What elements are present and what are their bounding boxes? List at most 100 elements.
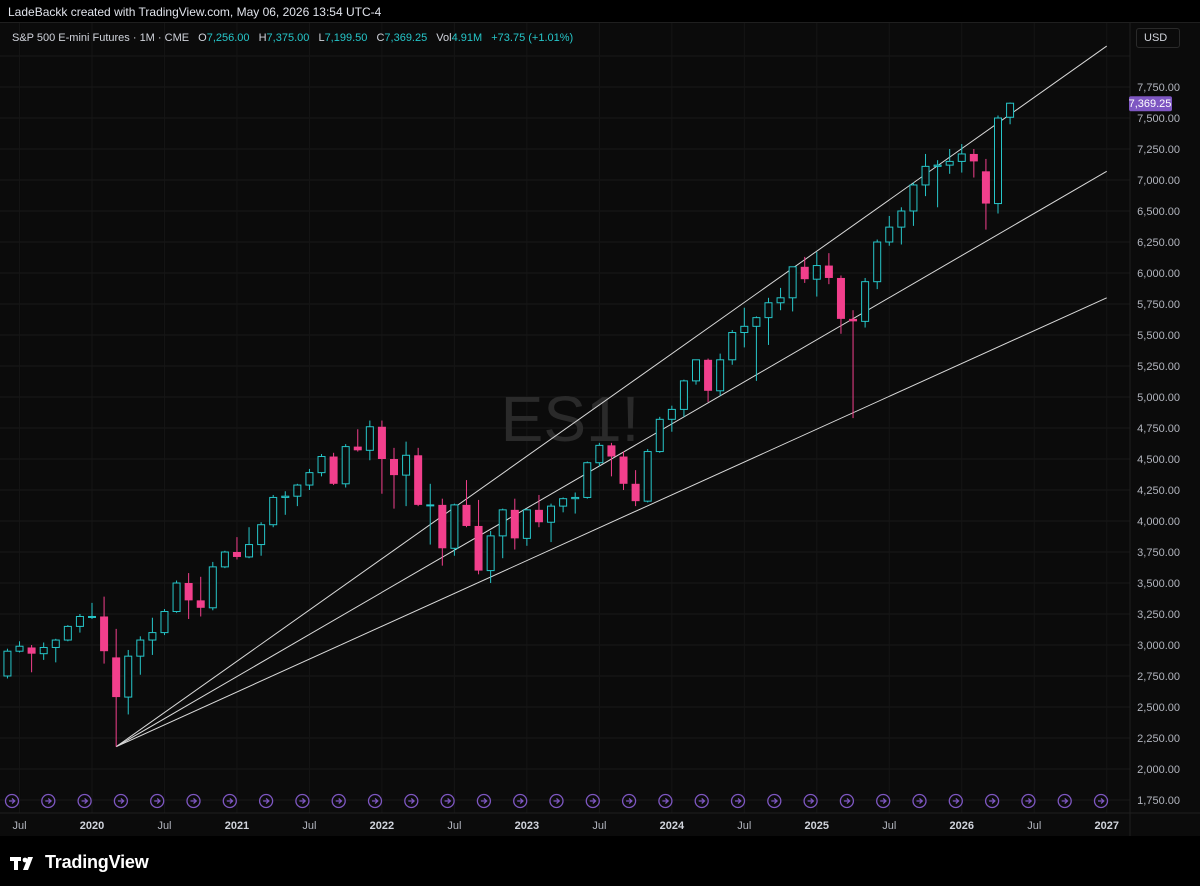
candle[interactable]: [800, 256, 809, 283]
candle[interactable]: [377, 420, 386, 494]
candle[interactable]: [969, 149, 978, 178]
candle[interactable]: [909, 182, 918, 226]
candle[interactable]: [15, 641, 24, 653]
event-marker-icon[interactable]: [948, 793, 963, 809]
candle[interactable]: [692, 359, 700, 385]
candle[interactable]: [184, 573, 193, 619]
event-marker-icon[interactable]: [295, 793, 310, 809]
candle[interactable]: [232, 537, 241, 560]
chart-area[interactable]: ES1! 1,750.00 2,000.00 2,250.00 2,500.00 2,7…: [0, 22, 1200, 838]
candle[interactable]: [812, 251, 821, 297]
candle[interactable]: [643, 449, 652, 503]
candle[interactable]: [824, 253, 833, 285]
event-marker-icon[interactable]: [77, 793, 92, 809]
event-marker-icon[interactable]: [258, 793, 274, 809]
event-marker-icon[interactable]: [440, 793, 455, 809]
event-marker-icon[interactable]: [476, 793, 492, 809]
candle[interactable]: [595, 442, 604, 467]
trend-line-1[interactable]: [115, 45, 1108, 748]
currency-button[interactable]: USD: [1136, 28, 1180, 48]
candle[interactable]: [849, 310, 858, 419]
candle[interactable]: [208, 561, 217, 611]
candle[interactable]: [631, 470, 640, 507]
candle[interactable]: [305, 468, 314, 490]
event-marker-icon[interactable]: [876, 793, 891, 809]
candle[interactable]: [317, 454, 326, 477]
candle[interactable]: [51, 638, 60, 663]
candle[interactable]: [861, 277, 870, 328]
event-marker-icon[interactable]: [404, 793, 419, 809]
candle[interactable]: [776, 287, 785, 311]
trend-lines[interactable]: [115, 45, 1108, 748]
candle[interactable]: [559, 497, 568, 513]
candle[interactable]: [220, 550, 229, 569]
candle[interactable]: [27, 645, 36, 673]
event-marker-icon[interactable]: [1093, 793, 1109, 809]
event-marker-icon[interactable]: [113, 793, 129, 809]
candle[interactable]: [921, 153, 930, 197]
candle[interactable]: [885, 215, 894, 246]
candle[interactable]: [148, 617, 157, 655]
price-axis[interactable]: 1,750.00 2,000.00 2,250.00 2,500.00 2,750.00…: [1137, 82, 1180, 807]
candle[interactable]: [293, 483, 302, 507]
candle[interactable]: [136, 636, 145, 675]
event-marker-icon[interactable]: [730, 793, 746, 809]
candle[interactable]: [498, 508, 507, 559]
candle[interactable]: [257, 522, 266, 556]
candle[interactable]: [172, 580, 181, 613]
candle[interactable]: [112, 628, 121, 747]
candle[interactable]: [547, 503, 556, 543]
candle[interactable]: [836, 275, 845, 334]
candle[interactable]: [655, 416, 664, 453]
event-marker-icon[interactable]: [621, 793, 637, 809]
event-marker-icon[interactable]: [41, 793, 56, 809]
event-markers[interactable]: [4, 793, 1109, 809]
candle[interactable]: [88, 602, 96, 619]
chart-svg[interactable]: ES1! 1,750.00 2,000.00 2,250.00 2,500.00 2,7…: [0, 23, 1200, 837]
event-marker-icon[interactable]: [222, 793, 237, 809]
candle[interactable]: [571, 492, 580, 514]
candle[interactable]: [365, 420, 374, 461]
candle[interactable]: [728, 330, 737, 365]
candle[interactable]: [752, 316, 761, 381]
candle[interactable]: [1006, 102, 1015, 125]
event-marker-icon[interactable]: [331, 793, 346, 809]
candle[interactable]: [583, 461, 592, 499]
candle[interactable]: [160, 609, 169, 636]
candle[interactable]: [897, 207, 906, 245]
candle[interactable]: [281, 491, 290, 515]
candle[interactable]: [716, 353, 725, 396]
event-marker-icon[interactable]: [4, 793, 20, 809]
event-marker-icon[interactable]: [912, 793, 927, 809]
candle[interactable]: [414, 447, 423, 507]
event-marker-icon[interactable]: [658, 793, 673, 809]
event-marker-icon[interactable]: [767, 793, 782, 809]
candle[interactable]: [474, 499, 483, 575]
candle[interactable]: [679, 379, 688, 417]
candle[interactable]: [486, 530, 495, 583]
candle[interactable]: [607, 442, 616, 477]
event-marker-icon[interactable]: [803, 793, 818, 809]
event-marker-icon[interactable]: [984, 793, 1000, 809]
event-marker-icon[interactable]: [186, 793, 201, 809]
candle[interactable]: [426, 483, 435, 545]
candle[interactable]: [788, 266, 797, 312]
time-axis[interactable]: Jul 2020 Jul 2021 Jul 2022 Jul 2023 Jul 2024 Jul 20…: [12, 820, 1118, 832]
event-marker-icon[interactable]: [694, 793, 709, 809]
candle[interactable]: [329, 452, 338, 486]
candle[interactable]: [450, 503, 459, 556]
candle[interactable]: [402, 441, 411, 507]
candle[interactable]: [353, 429, 362, 452]
candle[interactable]: [3, 648, 12, 679]
candle[interactable]: [462, 480, 471, 528]
candle[interactable]: [269, 494, 278, 528]
candle[interactable]: [740, 307, 749, 348]
tradingview-logo[interactable]: TradingView: [10, 852, 149, 873]
event-marker-icon[interactable]: [585, 793, 600, 809]
candle[interactable]: [945, 149, 954, 174]
event-marker-icon[interactable]: [513, 793, 528, 809]
candle[interactable]: [764, 297, 773, 345]
candle[interactable]: [124, 649, 133, 715]
event-marker-icon[interactable]: [549, 793, 564, 809]
event-marker-icon[interactable]: [150, 793, 165, 809]
